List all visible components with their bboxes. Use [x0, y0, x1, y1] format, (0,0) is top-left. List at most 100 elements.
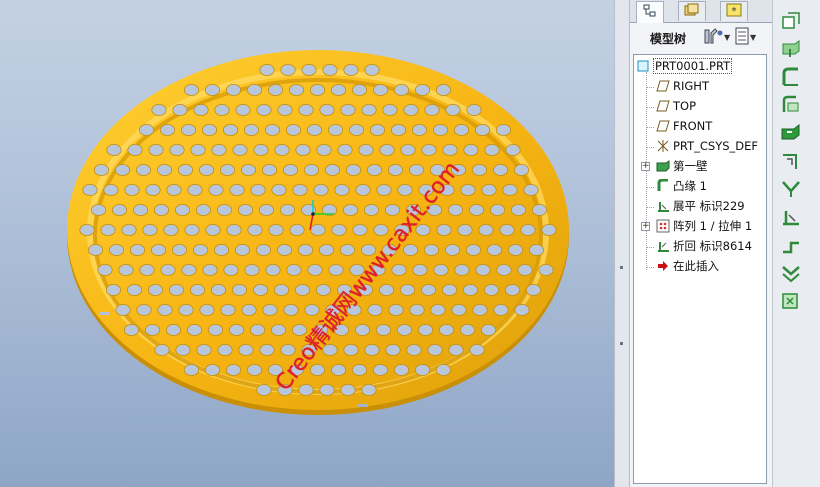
model-tree-tab[interactable]	[636, 1, 664, 23]
flatten-button[interactable]	[778, 292, 804, 314]
expand-toggle-pattern[interactable]: +	[641, 222, 650, 231]
perforation-hole	[523, 183, 539, 196]
corner-relief-button[interactable]	[778, 152, 804, 174]
tree-item-first-wall[interactable]: 第一壁	[656, 157, 708, 175]
perforation-hole	[235, 104, 251, 117]
tree-item-label: RIGHT	[673, 79, 709, 93]
perforation-hole	[232, 143, 248, 156]
form-button[interactable]	[778, 264, 804, 286]
perforation-hole	[106, 143, 122, 156]
perforation-hole	[481, 183, 497, 196]
unattached-wall-button[interactable]	[778, 95, 804, 118]
csys-icon	[656, 139, 670, 153]
perforation-hole	[205, 223, 221, 236]
perforation-hole	[396, 323, 413, 336]
perforation-hole	[202, 263, 218, 276]
perforation-hole	[483, 283, 500, 296]
tree-settings-button[interactable]: ▼	[702, 26, 730, 48]
perforation-hole	[495, 124, 512, 137]
show-icon	[734, 27, 750, 48]
perforation-hole	[343, 64, 359, 77]
perforation-hole	[466, 104, 482, 117]
perforation-hole	[82, 183, 98, 196]
graphics-viewport[interactable]: Creo精诚网www.caxit.com	[0, 0, 614, 487]
tree-show-button[interactable]: ▼	[734, 26, 756, 48]
sheetmetal-model[interactable]: Creo精诚网www.caxit.com	[0, 0, 614, 487]
tree-item-right[interactable]: RIGHT	[656, 77, 709, 95]
perforation-hole	[273, 283, 290, 296]
flat-wall-button[interactable]	[778, 40, 804, 62]
datum-plane-icon	[656, 79, 670, 93]
perforation-hole	[361, 383, 377, 396]
perforation-hole	[181, 263, 197, 276]
perforation-hole	[391, 263, 407, 276]
perforation-hole	[387, 163, 404, 176]
tree-item-bendback[interactable]: 折回 标识8614	[656, 237, 752, 255]
sheetmetal-toolbar	[772, 0, 820, 487]
perforation-hole	[121, 223, 137, 236]
extrude-cut-button[interactable]	[778, 123, 804, 147]
svg-text:*: *	[732, 6, 737, 17]
perforation-hole	[271, 183, 287, 196]
tree-item-front[interactable]: FRONT	[656, 117, 712, 135]
perforation-hole	[484, 143, 500, 156]
tree-item-flange[interactable]: 凸缘 1	[656, 177, 707, 195]
perforation-hole	[190, 143, 206, 156]
perforation-hole	[513, 163, 530, 176]
perforation-hole	[298, 383, 314, 396]
extrude-cut-icon	[780, 123, 802, 147]
perforation-hole	[211, 143, 227, 156]
model-tree-toolbar: 模型树 ▼ ▼	[630, 22, 772, 52]
perforation-hole	[414, 363, 431, 376]
perforation-hole	[417, 323, 434, 336]
perforation-hole	[399, 283, 416, 296]
perforation-hole	[343, 343, 359, 356]
expand-toggle-first-wall[interactable]: +	[641, 162, 650, 171]
perforation-hole	[469, 343, 485, 356]
convert-icon	[780, 11, 802, 35]
perforation-hole	[175, 343, 191, 356]
perforation-hole	[219, 163, 236, 176]
bend-back-button[interactable]	[778, 236, 804, 258]
perforation-hole	[438, 323, 455, 336]
perforation-hole	[468, 203, 485, 216]
convert-button[interactable]	[778, 12, 804, 34]
perforation-hole	[337, 143, 353, 156]
perforation-hole	[240, 163, 257, 176]
perforation-hole	[369, 124, 386, 137]
perforation-hole	[406, 343, 422, 356]
tree-item-csys[interactable]: PRT_CSYS_DEF	[656, 137, 758, 155]
perforation-hole	[427, 343, 443, 356]
perforation-hole	[135, 163, 152, 176]
perforation-hole	[195, 203, 212, 216]
perforation-hole	[259, 343, 275, 356]
perforation-hole	[393, 363, 410, 376]
perforation-hole	[318, 243, 335, 256]
perforation-hole	[138, 124, 155, 137]
perforation-hole	[264, 124, 281, 137]
perforation-hole	[372, 363, 389, 376]
folder-browser-tab[interactable]	[678, 1, 706, 21]
flange-wall-button[interactable]	[778, 67, 804, 90]
perforation-hole	[489, 203, 506, 216]
tree-item-pattern[interactable]: 阵列 1 / 拉伸 1	[656, 217, 752, 235]
tree-item-insert-here[interactable]: 在此插入	[656, 257, 719, 275]
tree-item-top[interactable]: TOP	[656, 97, 696, 115]
tree-item-unbend[interactable]: 展平 标识229	[656, 197, 745, 215]
perforation-hole	[163, 223, 179, 236]
perforation-hole	[156, 163, 173, 176]
bend-button[interactable]	[778, 180, 804, 202]
perforation-hole	[496, 263, 512, 276]
perforation-hole	[352, 223, 368, 236]
perforation-hole	[268, 223, 284, 236]
perforation-hole	[376, 183, 392, 196]
unbend-button[interactable]	[778, 208, 804, 230]
favorites-tab[interactable]: *	[720, 1, 748, 21]
perforation-hole	[291, 323, 308, 336]
tree-item-label: 阵列 1 / 拉伸 1	[673, 219, 753, 233]
perforation-hole	[255, 243, 272, 256]
panel-splitter[interactable]	[614, 0, 630, 487]
tree-root-part[interactable]: PRT0001.PRT	[636, 57, 733, 75]
perforation-hole	[517, 263, 533, 276]
perforation-hole	[525, 283, 542, 296]
